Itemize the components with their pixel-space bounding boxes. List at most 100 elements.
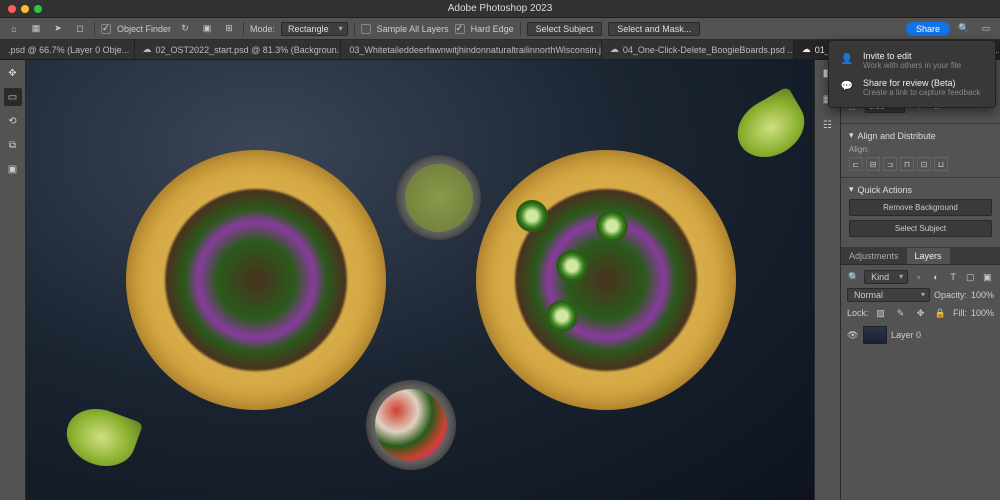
lock-position-icon[interactable]: ✥ <box>913 305 929 321</box>
collapsed-panels-strip: ◧ ▦ ☷ <box>814 60 840 500</box>
tools-panel: ✥ ▭ ⟲ ⧉ ▣ <box>0 60 26 500</box>
chevron-down-icon[interactable]: ▾ <box>849 184 854 195</box>
main-area: ✥ ▭ ⟲ ⧉ ▣ ◧ ▦ ☷ W X <box>0 60 1000 500</box>
filter-adj-icon[interactable]: ◐ <box>929 269 942 285</box>
tab-label: 03_Whitetaileddeerfawnwitjhindonnaturalt… <box>349 45 602 55</box>
sample-all-label: Sample All Layers <box>377 24 449 34</box>
arrow-icon[interactable]: ➤ <box>50 21 66 37</box>
libraries-panel-icon[interactable]: ☷ <box>819 116 837 134</box>
document-tab[interactable]: ☁ 04_One-Click-Delete_BoogieBoards.psd ..… <box>602 40 794 59</box>
chevron-down-icon[interactable]: ▾ <box>849 130 854 141</box>
window-controls <box>8 5 42 13</box>
document-tab[interactable]: .psd @ 66.7% (Layer 0 Obje...× <box>0 40 135 59</box>
review-subtitle: Create a link to capture feedback <box>863 88 980 97</box>
layer-row[interactable]: 👁 Layer 0 <box>847 324 994 346</box>
filter-icon[interactable]: 🔍 <box>847 269 860 285</box>
align-bottom-icon[interactable]: ⊔ <box>934 157 948 171</box>
align-top-icon[interactable]: ⊓ <box>900 157 914 171</box>
selection-icon[interactable]: ◻ <box>72 21 88 37</box>
layer-name[interactable]: Layer 0 <box>891 330 921 340</box>
minimize-window[interactable] <box>21 5 29 13</box>
frame-tool[interactable]: ▣ <box>4 160 22 178</box>
select-subject-button[interactable]: Select Subject <box>527 22 603 36</box>
separator <box>520 22 521 36</box>
visibility-icon[interactable]: 👁 <box>847 330 859 341</box>
invite-subtitle: Work with others in your file <box>863 61 961 70</box>
cloud-icon: ☁ <box>802 44 811 55</box>
kind-dropdown[interactable]: Kind <box>864 270 908 284</box>
tool-icon[interactable]: ▦ <box>28 21 44 37</box>
align-left-icon[interactable]: ⊏ <box>849 157 863 171</box>
fill-value[interactable]: 100% <box>971 308 994 318</box>
share-button[interactable]: Share <box>906 22 950 36</box>
align-label: Align: <box>849 145 992 154</box>
cloud-icon: ☁ <box>610 44 619 55</box>
lasso-tool[interactable]: ⟲ <box>4 112 22 130</box>
quick-actions-title: Quick Actions <box>858 185 913 195</box>
align-center-v-icon[interactable]: ⊡ <box>917 157 931 171</box>
maximize-window[interactable] <box>34 5 42 13</box>
invite-title: Invite to edit <box>863 51 961 61</box>
options-bar: ⌂ ▦ ➤ ◻ Object Finder ↻ ▣ ⊞ Mode: Rectan… <box>0 18 1000 40</box>
workspace-icon[interactable]: ▭ <box>978 21 994 37</box>
document-image <box>26 60 814 500</box>
filter-type-icon[interactable]: T <box>946 269 959 285</box>
lime-wedge <box>727 86 814 169</box>
mode-dropdown[interactable]: Rectangle <box>281 22 348 36</box>
filter-smart-icon[interactable]: ▣ <box>981 269 994 285</box>
align-center-h-icon[interactable]: ⊟ <box>866 157 880 171</box>
separator <box>94 22 95 36</box>
close-window[interactable] <box>8 5 16 13</box>
remove-background-button[interactable]: Remove Background <box>849 199 992 216</box>
layer-thumbnail[interactable] <box>863 326 887 344</box>
lock-transparent-icon[interactable]: ▨ <box>873 305 889 321</box>
fill-label: Fill: <box>953 308 967 318</box>
move-tool[interactable]: ✥ <box>4 64 22 82</box>
opacity-value[interactable]: 100% <box>971 290 994 300</box>
layers-tab[interactable]: Layers <box>907 248 950 264</box>
blend-mode-dropdown[interactable]: Normal <box>847 288 930 302</box>
comment-icon: 💬 <box>839 78 855 94</box>
app-title: Adobe Photoshop 2023 <box>448 3 553 14</box>
review-title: Share for review (Beta) <box>863 78 980 88</box>
document-tab[interactable]: 03_Whitetaileddeerfawnwitjhindonnaturalt… <box>341 40 602 59</box>
separator <box>354 22 355 36</box>
mode-label: Mode: <box>250 24 275 34</box>
title-bar: Adobe Photoshop 2023 <box>0 0 1000 18</box>
lock-image-icon[interactable]: ✎ <box>893 305 909 321</box>
object-selection-tool[interactable]: ▭ <box>4 88 22 106</box>
align-right-icon[interactable]: ⊐ <box>883 157 897 171</box>
sample-all-checkbox[interactable] <box>361 24 371 34</box>
filter-shape-icon[interactable]: ▢ <box>964 269 977 285</box>
refresh-icon[interactable]: ↻ <box>177 21 193 37</box>
cloud-icon: ☁ <box>143 44 152 55</box>
settings-icon[interactable]: ⊞ <box>221 21 237 37</box>
object-finder-label: Object Finder <box>117 24 171 34</box>
lock-label: Lock: <box>847 308 869 318</box>
home-icon[interactable]: ⌂ <box>6 21 22 37</box>
layers-panel: 🔍 Kind ▫ ◐ T ▢ ▣ Normal Opacity: 100% Lo… <box>841 265 1000 350</box>
pico-bowl <box>366 380 456 470</box>
person-plus-icon: 👤 <box>839 51 855 67</box>
adjustments-tab[interactable]: Adjustments <box>841 248 907 264</box>
filter-pixel-icon[interactable]: ▫ <box>912 269 925 285</box>
share-popup: 👤 Invite to edit Work with others in you… <box>828 40 996 108</box>
object-finder-checkbox[interactable] <box>101 24 111 34</box>
crop-tool[interactable]: ⧉ <box>4 136 22 154</box>
quick-actions-section: ▾ Quick Actions Remove Background Select … <box>841 178 1000 248</box>
share-for-review-item[interactable]: 💬 Share for review (Beta) Create a link … <box>829 74 995 101</box>
tab-label: 04_One-Click-Delete_BoogieBoards.psd ... <box>623 45 794 55</box>
tab-label: 02_OST2022_start.psd @ 81.3% (Backgroun.… <box>156 45 342 55</box>
hard-edge-checkbox[interactable] <box>455 24 465 34</box>
lime-wedge <box>59 400 144 476</box>
object-preview-icon[interactable]: ▣ <box>199 21 215 37</box>
select-subject-button[interactable]: Select Subject <box>849 220 992 237</box>
lock-all-icon[interactable]: 🔒 <box>933 305 949 321</box>
canvas[interactable] <box>26 60 814 500</box>
document-tab[interactable]: ☁ 02_OST2022_start.psd @ 81.3% (Backgroun… <box>135 40 342 59</box>
search-icon[interactable]: 🔍 <box>956 21 972 37</box>
invite-to-edit-item[interactable]: 👤 Invite to edit Work with others in you… <box>829 47 995 74</box>
select-mask-button[interactable]: Select and Mask... <box>608 22 700 36</box>
taco-left <box>126 150 386 410</box>
hard-edge-label: Hard Edge <box>471 24 514 34</box>
